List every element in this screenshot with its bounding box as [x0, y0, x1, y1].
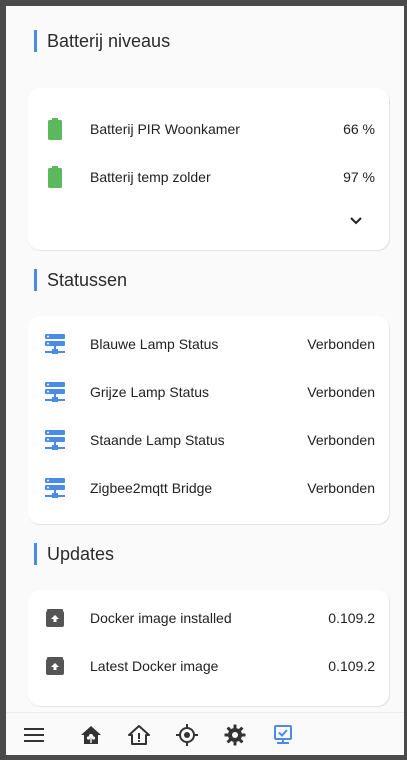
section-title-battery: Batterij niveaus: [34, 30, 170, 52]
server-network-icon: [42, 427, 68, 453]
package-up-icon: [42, 605, 68, 631]
entity-row-battery-zolder[interactable]: Batterij temp zolder 97 %: [28, 153, 383, 201]
entity-value: 66 %: [343, 121, 375, 137]
home-flower-icon[interactable]: [77, 721, 105, 749]
entity-row-zigbee-bridge[interactable]: Zigbee2mqtt Bridge Verbonden: [28, 464, 383, 512]
server-network-icon: [42, 475, 68, 501]
entity-value: 0.109.2: [328, 610, 375, 626]
bottom-navigation: [6, 712, 404, 755]
server-network-icon: [42, 379, 68, 405]
menu-icon[interactable]: [20, 721, 48, 749]
gear-icon[interactable]: [221, 721, 249, 749]
package-up-icon: [42, 653, 68, 679]
entity-label: Zigbee2mqtt Bridge: [90, 480, 213, 496]
monitor-check-icon[interactable]: [269, 721, 297, 749]
entity-value: Verbonden: [307, 480, 375, 496]
battery-icon: [42, 164, 68, 190]
home-outline-icon[interactable]: [125, 721, 153, 749]
entity-label: Staande Lamp Status: [90, 432, 225, 448]
battery-icon: [42, 116, 68, 142]
chevron-down-icon[interactable]: [346, 211, 366, 231]
entity-value: 97 %: [343, 169, 375, 185]
entity-row-grijze-lamp[interactable]: Grijze Lamp Status Verbonden: [28, 368, 383, 416]
entity-row-docker-installed[interactable]: Docker image installed 0.109.2: [28, 594, 383, 642]
entity-row-battery-pir[interactable]: Batterij PIR Woonkamer 66 %: [28, 105, 383, 153]
dashboard-view: Batterij niveaus Batterij PIR Woonkamer …: [6, 6, 404, 755]
entity-label: Batterij PIR Woonkamer: [90, 121, 240, 137]
entity-value: Verbonden: [307, 336, 375, 352]
section-title-status: Statussen: [34, 269, 127, 291]
entity-label: Docker image installed: [90, 610, 232, 626]
entity-label: Grijze Lamp Status: [90, 384, 210, 400]
crosshairs-icon[interactable]: [173, 721, 201, 749]
section-title-updates: Updates: [34, 543, 114, 565]
entity-row-blauwe-lamp[interactable]: Blauwe Lamp Status Verbonden: [28, 320, 383, 368]
entity-label: Latest Docker image: [90, 658, 219, 674]
server-network-icon: [42, 331, 68, 357]
entity-label: Blauwe Lamp Status: [90, 336, 219, 352]
entity-label: Batterij temp zolder: [90, 169, 211, 185]
entity-row-docker-latest[interactable]: Latest Docker image 0.109.2: [28, 642, 383, 690]
entity-value: 0.109.2: [328, 658, 375, 674]
entity-value: Verbonden: [307, 432, 375, 448]
entity-row-staande-lamp[interactable]: Staande Lamp Status Verbonden: [28, 416, 383, 464]
entity-value: Verbonden: [307, 384, 375, 400]
